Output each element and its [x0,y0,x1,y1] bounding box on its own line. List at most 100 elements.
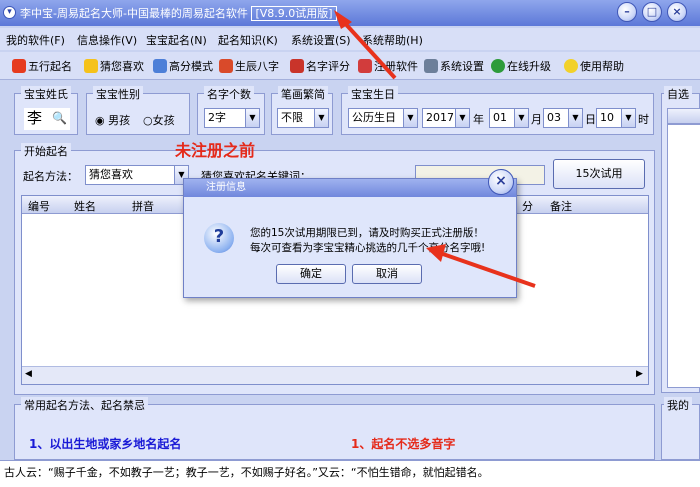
custom-group: 自选 [661,86,700,393]
register-dialog: 注册信息 × ? 您的15次试用期限已到，请及时购买正式注册版！ 每次可查看为李… [183,169,517,298]
surname-value: 李 [27,109,43,127]
tool-settings[interactable]: 系统设置 [424,58,484,74]
tool-label: 使用帮助 [580,60,624,73]
tool-guess-like[interactable]: 猜您喜欢 [84,58,144,74]
hour-select[interactable]: 10 ▼ [596,108,636,128]
gender-male-label: 男孩 [108,114,131,127]
gender-male-radio[interactable]: ◉ 男孩 [95,112,130,128]
chevron-down-icon[interactable]: ▼ [514,109,528,127]
tool-birth-chart[interactable]: 生辰八字 [219,58,279,74]
menu-settings[interactable]: 系统设置(S) [291,32,351,48]
window-title-text: 李中宝-周易起名大师-中国最棒的周易起名软件 [20,7,248,20]
tips-group-title: 常用起名方法、起名禁忌 [21,397,148,413]
custom-group-title: 自选 [664,86,692,102]
strokes-title: 笔画繁简 [278,86,328,102]
scroll-left-icon[interactable]: ◀ [25,369,32,379]
method-select[interactable]: 猜您喜欢 ▼ [85,165,189,185]
menu-help[interactable]: 系统帮助(H) [362,32,423,48]
dialog-message-line1: 您的15次试用期限已到，请及时购买正式注册版！ [250,227,484,239]
name-length-value: 2字 [208,111,226,124]
my-group-title: 我的 [664,397,692,413]
title-bar: ▾ 李中宝-周易起名大师-中国最棒的周易起名软件 [V8.9.0试用版] – □… [0,0,700,26]
chevron-down-icon[interactable]: ▾ [3,6,16,19]
gender-female-radio[interactable]: ○女孩 [143,112,175,128]
lightbulb-icon [564,59,578,73]
col-pinyin[interactable]: 拼音 [132,198,154,214]
custom-list[interactable] [667,124,700,388]
tool-five-elements[interactable]: 五行起名 [12,58,72,74]
star-icon [84,59,98,73]
status-quote: 古人云：“赐子千金，不如教子一艺；教子一艺，不如赐子好名。”又云：“不怕生错命，… [4,466,489,479]
month-select[interactable]: 01 ▼ [489,108,529,128]
close-icon[interactable]: × [667,2,687,22]
my-group: 我的 [661,397,700,460]
surname-group: 宝宝姓氏 李 🔍 [14,86,78,135]
menu-info[interactable]: 信息操作(V) [77,32,137,48]
col-number[interactable]: 编号 [28,198,50,214]
calendar-value: 公历生日 [352,111,396,124]
tool-label: 五行起名 [28,60,72,73]
close-icon[interactable]: × [488,169,514,195]
tool-label: 生辰八字 [235,60,279,73]
minimize-icon[interactable]: – [617,2,637,22]
menu-naming[interactable]: 宝宝起名(N) [146,32,207,48]
tool-label: 系统设置 [440,60,484,73]
calendar-select[interactable]: 公历生日 ▼ [348,108,418,128]
menu-bar: 我的软件(F) 信息操作(V) 宝宝起名(N) 起名知识(K) 系统设置(S) … [0,28,700,50]
tool-label: 猜您喜欢 [100,60,144,73]
horizontal-scrollbar[interactable]: ◀ ▶ [22,366,648,384]
name-length-select[interactable]: 2字 ▼ [204,108,260,128]
chevron-down-icon[interactable]: ▼ [568,109,582,127]
surname-group-title: 宝宝姓氏 [21,86,71,102]
col-remark[interactable]: 备注 [550,198,572,214]
trial-button[interactable]: 15次试用 [553,159,645,189]
settings-icon [424,59,438,73]
scroll-right-icon[interactable]: ▶ [636,369,643,379]
dialog-title-bar: 注册信息 [184,179,516,197]
strokes-select[interactable]: 不限 ▼ [277,108,329,128]
col-name[interactable]: 姓名 [74,198,96,214]
naming-group-title: 开始起名 [21,143,71,159]
menu-my-software[interactable]: 我的软件(F) [6,32,65,48]
gender-group: 宝宝性别 ◉ 男孩 ○女孩 [86,86,190,135]
register-icon [358,59,372,73]
surname-input[interactable]: 李 🔍 [24,108,70,130]
name-length-group: 名字个数 2字 ▼ [197,86,265,135]
birth-group: 宝宝生日 公历生日 ▼ 2017 ▼ 年 01 ▼ 月 03 ▼ 日 10 ▼ … [341,86,654,135]
maximize-icon[interactable]: □ [642,2,662,22]
tool-help[interactable]: 使用帮助 [564,58,624,74]
search-icon[interactable]: 🔍 [52,108,67,128]
chevron-down-icon[interactable]: ▼ [455,109,469,127]
chevron-down-icon[interactable]: ▼ [314,109,328,127]
tip-right: 1、起名不选多音字 [351,437,456,451]
ok-button[interactable]: 确定 [276,264,346,284]
chevron-down-icon[interactable]: ▼ [245,109,259,127]
tips-group: 常用起名方法、起名禁忌 1、以出生地或家乡地名起名 1、起名不选多音字 [14,397,655,460]
tool-high-score[interactable]: 高分模式 [153,58,213,74]
day-select[interactable]: 03 ▼ [543,108,583,128]
tool-online-upgrade[interactable]: 在线升级 [491,58,551,74]
year-select[interactable]: 2017 ▼ [422,108,470,128]
hour-unit: 时 [638,113,649,126]
tool-name-score[interactable]: 名字评分 [290,58,350,74]
strokes-group: 笔画繁简 不限 ▼ [271,86,333,135]
method-value: 猜您喜欢 [89,168,133,181]
month-value: 01 [493,111,507,124]
year-value: 2017 [426,111,454,124]
day-unit: 日 [585,113,596,126]
menu-knowledge[interactable]: 起名知识(K) [218,32,278,48]
custom-list-header [667,108,700,124]
calendar-icon [219,59,233,73]
tip-left: 1、以出生地或家乡地名起名 [29,437,182,451]
chevron-down-icon[interactable]: ▼ [621,109,635,127]
cancel-button[interactable]: 取消 [352,264,422,284]
method-label: 起名方法： [23,170,78,183]
tool-label: 名字评分 [306,60,350,73]
dialog-message-line2: 每次可查看为李宝宝精心挑选的几千个高分名字哦! [250,242,486,254]
col-score[interactable]: 分 [522,198,533,214]
chevron-down-icon[interactable]: ▼ [403,109,417,127]
chart-icon [153,59,167,73]
month-unit: 月 [531,113,542,126]
version-badge: [V8.9.0试用版] [251,6,337,21]
tool-register[interactable]: 注册软件 [358,58,418,74]
